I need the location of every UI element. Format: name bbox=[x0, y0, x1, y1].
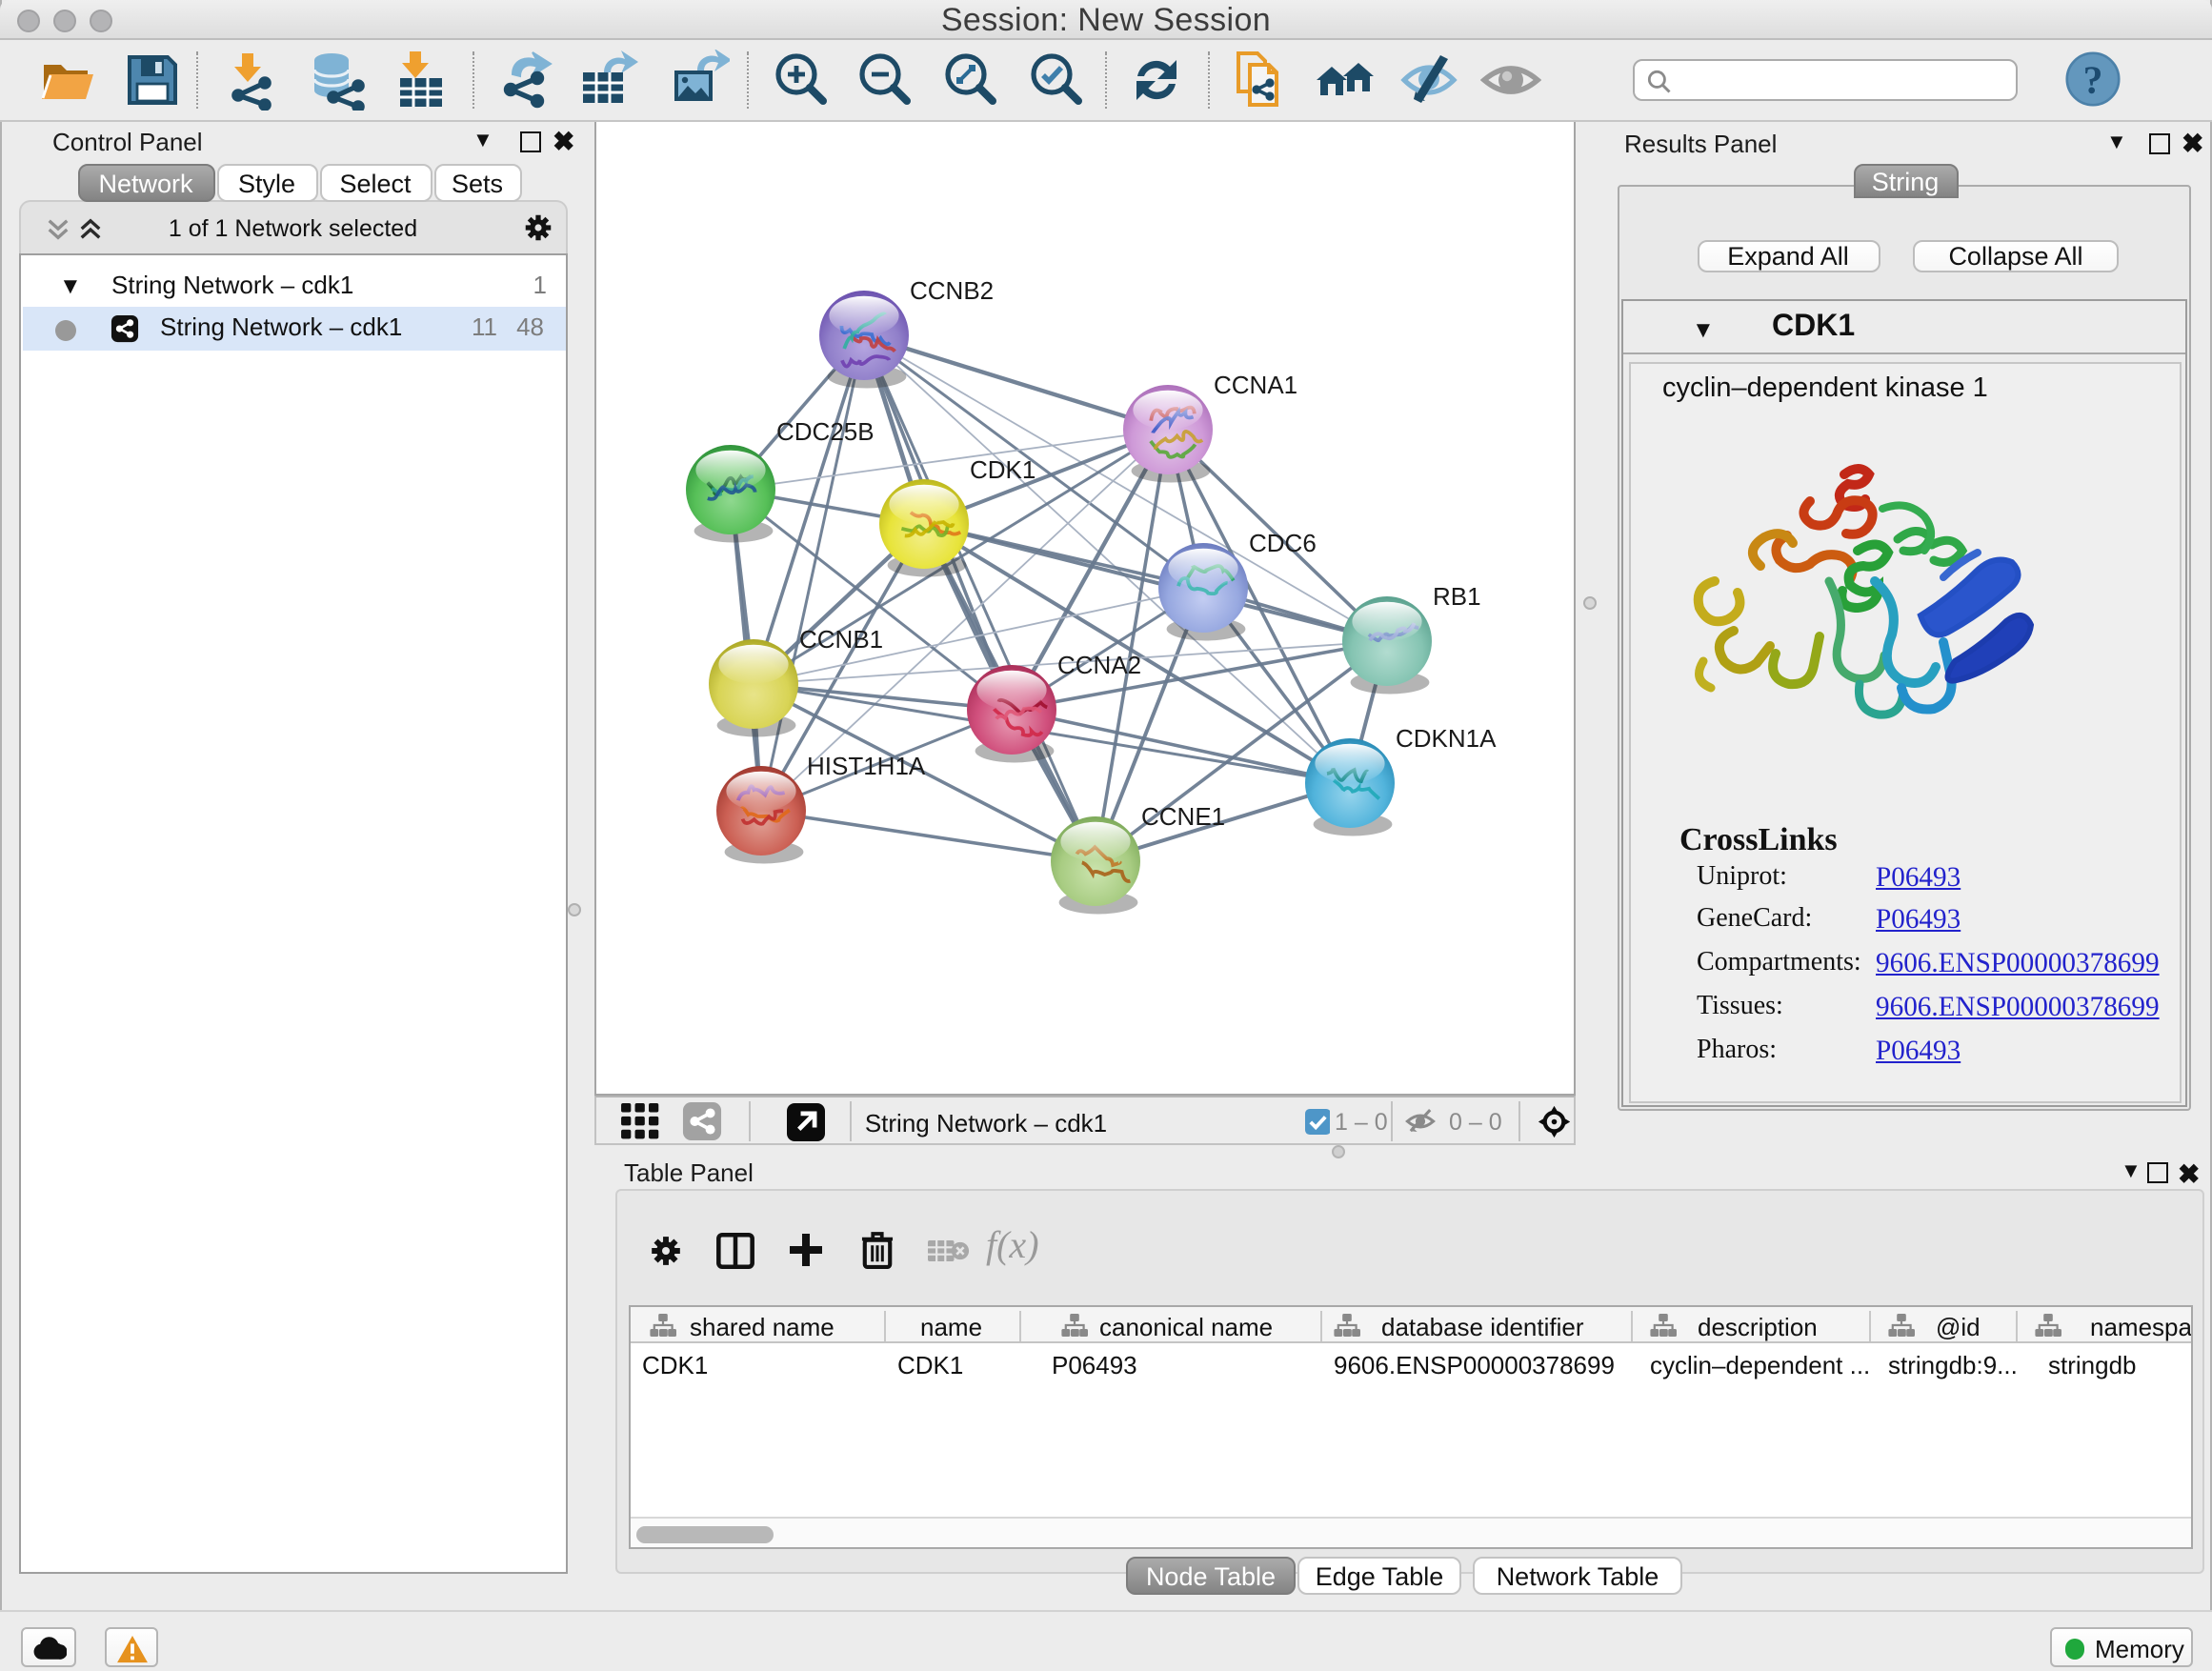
svg-text:CCNA1: CCNA1 bbox=[1213, 370, 1297, 398]
svg-text:CDK1: CDK1 bbox=[969, 454, 1035, 483]
svg-text:CDKN1A: CDKN1A bbox=[1395, 723, 1496, 752]
svg-text:RB1: RB1 bbox=[1432, 581, 1480, 610]
svg-text:HIST1H1A: HIST1H1A bbox=[806, 751, 925, 779]
svg-text:CCNA2: CCNA2 bbox=[1056, 650, 1140, 678]
svg-text:CCNB1: CCNB1 bbox=[798, 624, 882, 653]
svg-text:CCNE1: CCNE1 bbox=[1140, 801, 1224, 830]
svg-text:CDC25B: CDC25B bbox=[775, 416, 874, 445]
svg-text:?: ? bbox=[2083, 59, 2103, 103]
svg-text:CCNB2: CCNB2 bbox=[909, 275, 993, 304]
svg-text:CDC6: CDC6 bbox=[1248, 528, 1316, 556]
